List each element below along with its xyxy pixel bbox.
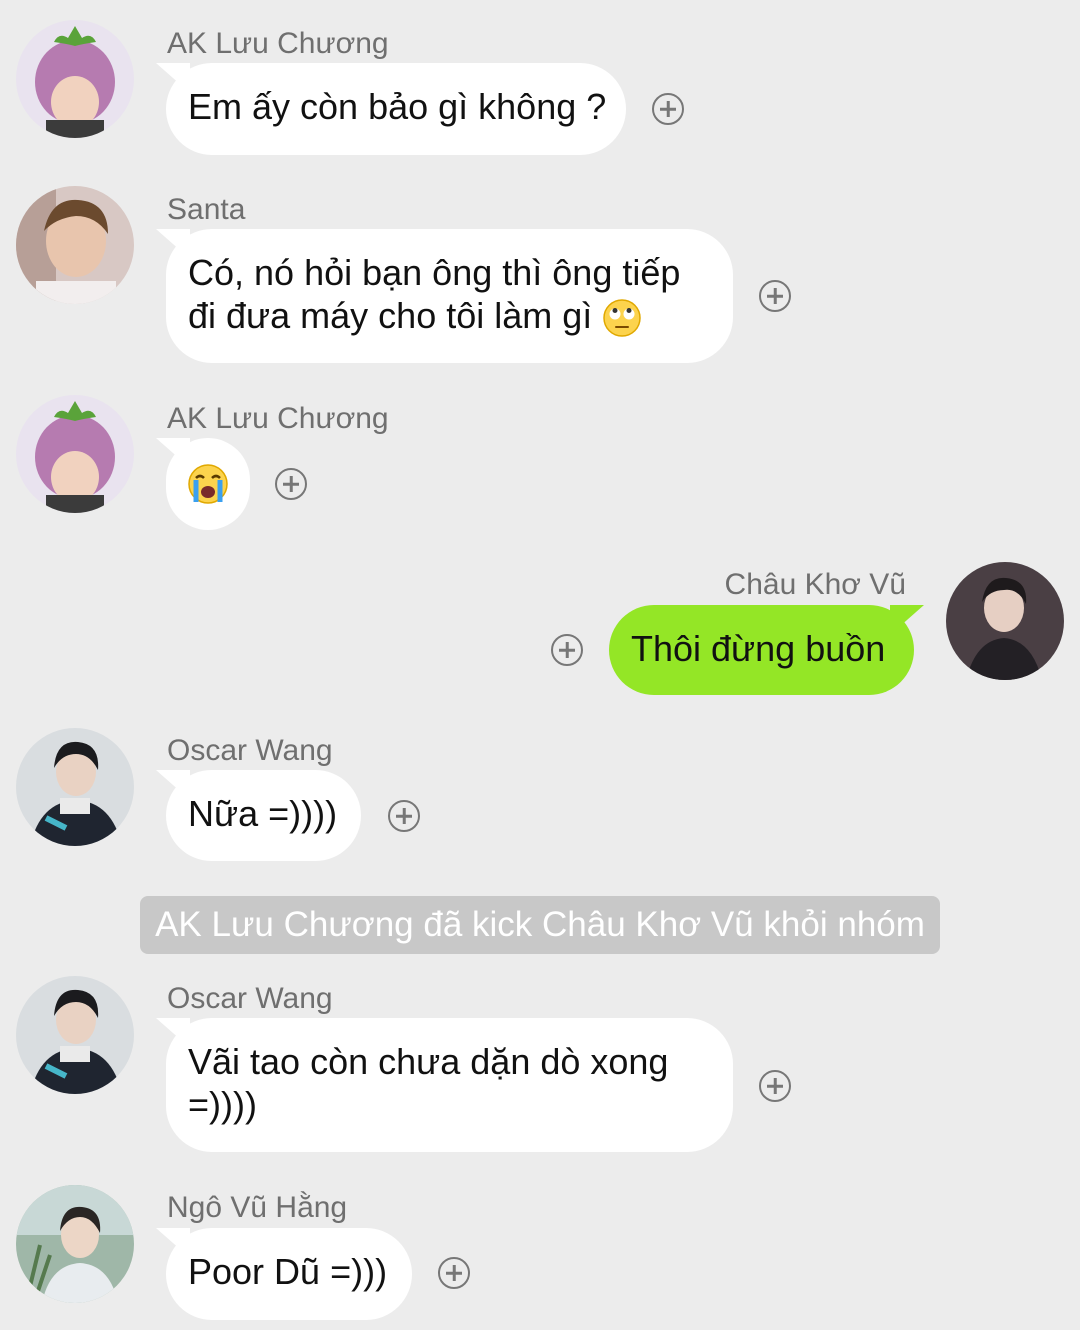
avatar-oscar-wang[interactable]: [16, 976, 134, 1094]
avatar-microphone-person-image: [16, 728, 134, 846]
avatar-eggplant-hat-image: [16, 395, 134, 513]
add-circle-icon[interactable]: [759, 1070, 791, 1102]
add-circle-icon[interactable]: [438, 1257, 470, 1289]
avatar-ak-luu-chuong[interactable]: [16, 395, 134, 513]
message-bubble-outgoing[interactable]: Thôi đừng buồn: [609, 605, 914, 695]
avatar-oscar-wang[interactable]: [16, 728, 134, 846]
message-bubble[interactable]: Nữa =)))): [166, 770, 361, 861]
add-circle-icon[interactable]: [652, 93, 684, 125]
sender-name: AK Lưu Chương: [167, 402, 389, 435]
avatar-ngo-vu-hang[interactable]: [16, 1185, 134, 1303]
message-text: Nữa =)))): [188, 793, 338, 834]
message-bubble[interactable]: Vãi tao còn chưa dặn dò xong =)))): [166, 1018, 733, 1152]
sender-name: Santa: [167, 193, 246, 226]
message-bubble[interactable]: [166, 438, 250, 530]
avatar-dark-portrait-image: [946, 562, 1064, 680]
avatar-smiling-person-image: [16, 186, 134, 304]
avatar-outdoor-person-image: [16, 1185, 134, 1303]
avatar-chau-kho-vu[interactable]: [946, 562, 1064, 680]
rolling-eyes-emoji: [603, 299, 642, 338]
message-text-line: =)))): [188, 1084, 257, 1125]
sender-name: Oscar Wang: [167, 734, 333, 767]
avatar-microphone-person-image: [16, 976, 134, 1094]
loudly-crying-emoji: [188, 464, 228, 504]
sender-name: Châu Khơ Vũ: [724, 568, 906, 601]
avatar-ak-luu-chuong[interactable]: [16, 20, 134, 138]
message-bubble[interactable]: Em ấy còn bảo gì không ?: [166, 63, 626, 155]
sender-name: Oscar Wang: [167, 982, 333, 1015]
message-text: Poor Dũ =))): [188, 1251, 388, 1292]
sender-name: Ngô Vũ Hằng: [167, 1191, 348, 1224]
add-circle-icon[interactable]: [759, 280, 791, 312]
message-text: Em ấy còn bảo gì không ?: [188, 86, 607, 127]
add-circle-icon[interactable]: [388, 800, 420, 832]
avatar-santa[interactable]: [16, 186, 134, 304]
system-notice: AK Lưu Chương đã kick Châu Khơ Vũ khỏi n…: [140, 896, 940, 954]
sender-name: AK Lưu Chương: [167, 27, 389, 60]
add-circle-icon[interactable]: [275, 468, 307, 500]
add-circle-icon[interactable]: [551, 634, 583, 666]
message-bubble[interactable]: Có, nó hỏi bạn ông thì ông tiếp đi đưa m…: [166, 229, 733, 363]
message-text-line: Vãi tao còn chưa dặn dò xong: [188, 1041, 669, 1082]
message-bubble[interactable]: Poor Dũ =))): [166, 1228, 412, 1320]
message-text-line: đi đưa máy cho tôi làm gì: [188, 295, 593, 336]
message-text: Thôi đừng buồn: [631, 628, 886, 669]
message-text-line: Có, nó hỏi bạn ông thì ông tiếp: [188, 252, 681, 293]
avatar-eggplant-hat-image: [16, 20, 134, 138]
